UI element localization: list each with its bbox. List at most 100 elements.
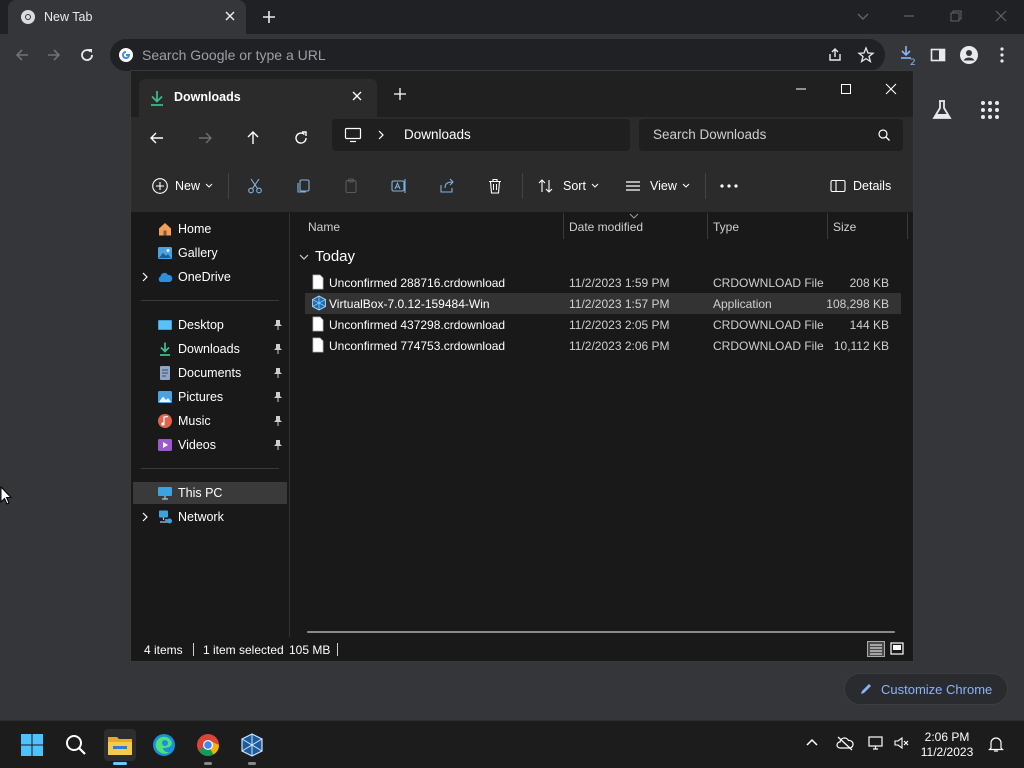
bookmark-star-icon[interactable] bbox=[855, 44, 877, 66]
taskbar-file-explorer[interactable] bbox=[104, 729, 136, 765]
search-input[interactable]: Search Downloads bbox=[639, 119, 903, 151]
nav-item-this-pc[interactable]: This PC bbox=[133, 482, 287, 504]
forward-arrow-icon[interactable] bbox=[43, 44, 65, 66]
show-hidden-icons-chevron-icon[interactable] bbox=[805, 737, 819, 747]
taskbar-chrome[interactable] bbox=[192, 729, 224, 765]
chrome-tab-title: New Tab bbox=[44, 10, 93, 24]
cut-button[interactable] bbox=[246, 175, 264, 197]
explorer-tab-downloads[interactable]: Downloads bbox=[139, 79, 377, 117]
file-row[interactable]: Unconfirmed 288716.crdownload 11/2/2023 … bbox=[305, 272, 901, 293]
nav-item-pictures[interactable]: Pictures bbox=[133, 386, 287, 408]
column-divider[interactable] bbox=[907, 213, 908, 239]
mouse-pointer-icon bbox=[0, 486, 12, 506]
column-header-name[interactable]: Name bbox=[308, 220, 340, 234]
sort-button[interactable]: Sort bbox=[537, 175, 599, 197]
close-tab-icon[interactable] bbox=[350, 89, 364, 103]
virtualbox-icon bbox=[311, 295, 327, 311]
downloads-icon[interactable]: 2 bbox=[897, 44, 919, 66]
column-header-size[interactable]: Size bbox=[833, 220, 856, 234]
taskbar-clock[interactable]: 2:06 PM 11/2/2023 bbox=[912, 730, 982, 760]
nav-item-videos[interactable]: Videos bbox=[133, 434, 287, 456]
column-header-date[interactable]: Date modified bbox=[569, 220, 643, 234]
paste-button[interactable] bbox=[342, 175, 360, 197]
explorer-maximize-icon[interactable] bbox=[836, 79, 856, 99]
start-button[interactable] bbox=[16, 729, 48, 761]
share-button[interactable] bbox=[438, 175, 456, 197]
tiles-view-icon[interactable] bbox=[889, 641, 905, 657]
clock-time: 2:06 PM bbox=[924, 730, 970, 744]
copy-button[interactable] bbox=[294, 175, 312, 197]
breadcrumb-chevron-icon[interactable] bbox=[376, 129, 386, 141]
delete-button[interactable] bbox=[486, 175, 504, 197]
google-apps-icon[interactable] bbox=[980, 100, 1000, 120]
forward-arrow-icon[interactable] bbox=[194, 127, 216, 149]
pane-divider[interactable] bbox=[289, 213, 290, 637]
windows-logo-icon bbox=[21, 734, 43, 756]
nav-item-music[interactable]: Music bbox=[133, 410, 287, 432]
labs-flask-icon[interactable] bbox=[930, 98, 954, 122]
tab-search-chevron-icon[interactable] bbox=[853, 6, 873, 26]
breadcrumb-downloads[interactable]: Downloads bbox=[404, 127, 471, 142]
network-icon bbox=[157, 509, 173, 525]
file-type: CRDOWNLOAD File bbox=[713, 318, 824, 332]
network-status-icon[interactable] bbox=[867, 735, 885, 751]
back-arrow-icon[interactable] bbox=[146, 127, 168, 149]
chrome-minimize-icon[interactable] bbox=[899, 6, 919, 26]
new-tab-plus-icon[interactable] bbox=[260, 8, 278, 26]
up-arrow-icon[interactable] bbox=[242, 127, 264, 149]
file-row-selected[interactable]: VirtualBox-7.0.12-159484-Win 11/2/2023 1… bbox=[305, 293, 901, 314]
chrome-restore-icon[interactable] bbox=[945, 6, 965, 26]
nav-item-desktop[interactable]: Desktop bbox=[133, 314, 287, 336]
new-button[interactable]: New bbox=[151, 175, 213, 197]
scissors-icon bbox=[248, 178, 262, 194]
address-bar[interactable]: Downloads bbox=[332, 119, 630, 151]
nav-item-downloads[interactable]: Downloads bbox=[133, 338, 287, 360]
nav-item-documents[interactable]: Documents bbox=[133, 362, 287, 384]
details-pane-button[interactable]: Details bbox=[829, 175, 891, 197]
file-explorer-folder-icon bbox=[108, 737, 132, 755]
side-panel-icon[interactable] bbox=[927, 44, 949, 66]
volume-muted-icon[interactable] bbox=[893, 735, 911, 751]
file-size: 144 KB bbox=[849, 318, 889, 332]
explorer-new-tab-icon[interactable] bbox=[393, 87, 407, 101]
reload-icon[interactable] bbox=[76, 44, 98, 66]
expand-chevron-icon[interactable] bbox=[141, 272, 149, 282]
taskbar-edge[interactable] bbox=[148, 729, 180, 761]
onedrive-offline-icon[interactable] bbox=[836, 735, 854, 751]
column-divider[interactable] bbox=[707, 213, 708, 239]
refresh-icon[interactable] bbox=[290, 127, 312, 149]
omnibox[interactable]: Search Google or type a URL bbox=[110, 39, 885, 71]
rename-button[interactable] bbox=[390, 175, 408, 197]
expand-chevron-icon[interactable] bbox=[141, 512, 149, 522]
column-header-type[interactable]: Type bbox=[713, 220, 739, 234]
nav-item-home[interactable]: Home bbox=[133, 218, 287, 240]
profile-avatar-icon[interactable] bbox=[958, 44, 980, 66]
nav-item-gallery[interactable]: Gallery bbox=[133, 242, 287, 264]
view-button[interactable]: View bbox=[624, 175, 690, 197]
chrome-tab-new-tab[interactable]: New Tab bbox=[8, 0, 246, 34]
back-arrow-icon[interactable] bbox=[11, 44, 33, 66]
file-row[interactable]: Unconfirmed 437298.crdownload 11/2/2023 … bbox=[305, 314, 901, 335]
file-explorer-window: Downloads Downloads Search Downloads New… bbox=[130, 70, 914, 662]
divider bbox=[522, 173, 523, 199]
column-divider[interactable] bbox=[827, 213, 828, 239]
status-selected-size: 105 MB bbox=[289, 643, 331, 657]
details-view-icon[interactable] bbox=[867, 641, 885, 657]
explorer-minimize-icon[interactable] bbox=[791, 79, 811, 99]
nav-item-network[interactable]: Network bbox=[133, 506, 287, 528]
chrome-close-icon[interactable] bbox=[991, 6, 1011, 26]
customize-chrome-button[interactable]: Customize Chrome bbox=[844, 673, 1008, 705]
notification-bell-icon[interactable] bbox=[988, 735, 1004, 753]
taskbar-search-button[interactable] bbox=[60, 729, 92, 761]
horizontal-scrollbar[interactable] bbox=[307, 631, 895, 633]
explorer-close-icon[interactable] bbox=[881, 79, 901, 99]
more-options-button[interactable] bbox=[719, 175, 739, 197]
share-icon[interactable] bbox=[824, 44, 846, 66]
taskbar-virtualbox[interactable] bbox=[236, 729, 268, 765]
column-divider[interactable] bbox=[563, 213, 564, 239]
nav-item-onedrive[interactable]: OneDrive bbox=[133, 266, 287, 288]
chrome-menu-icon[interactable] bbox=[991, 44, 1013, 66]
file-row[interactable]: Unconfirmed 774753.crdownload 11/2/2023 … bbox=[305, 335, 901, 356]
close-tab-icon[interactable] bbox=[223, 9, 237, 23]
group-header-today[interactable]: Today bbox=[299, 248, 355, 265]
